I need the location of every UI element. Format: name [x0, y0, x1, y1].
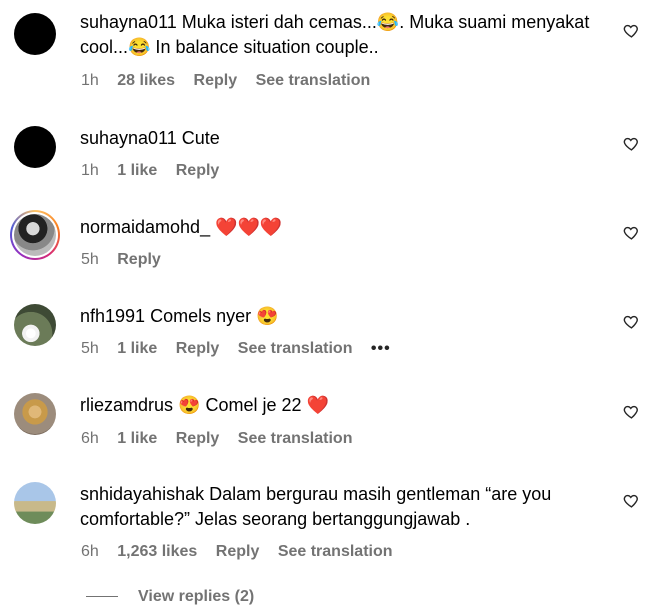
- avatar[interactable]: [14, 304, 56, 346]
- view-replies-label[interactable]: View replies (2): [138, 588, 254, 605]
- comment-text: 😍 Comel je 22 ❤️: [178, 395, 329, 415]
- comment-meta: 1h 1 like Reply: [81, 162, 233, 180]
- reply-button[interactable]: Reply: [216, 543, 260, 560]
- avatar[interactable]: [14, 393, 56, 435]
- comment-time: 6h: [81, 430, 99, 447]
- comment-time: 6h: [81, 543, 99, 560]
- reply-button[interactable]: Reply: [176, 162, 220, 179]
- comment-time: 5h: [81, 251, 99, 268]
- heart-outline-icon[interactable]: [621, 224, 641, 244]
- comment-username[interactable]: nfh1991: [80, 306, 145, 326]
- comment-username[interactable]: suhayna011: [80, 128, 177, 148]
- comment-meta: 5h Reply: [81, 251, 175, 269]
- divider: [86, 596, 118, 598]
- comment-body: nfh1991 Comels nyer 😍: [80, 304, 590, 329]
- comment-meta: 6h 1 like Reply See translation: [81, 430, 366, 448]
- comment-time: 5h: [81, 340, 99, 357]
- reply-button[interactable]: Reply: [117, 251, 161, 268]
- avatar[interactable]: [10, 210, 60, 260]
- comment-likes[interactable]: 28 likes: [117, 72, 175, 89]
- see-translation-button[interactable]: See translation: [238, 430, 353, 447]
- see-translation-button[interactable]: See translation: [278, 543, 393, 560]
- heart-outline-icon[interactable]: [621, 313, 641, 333]
- reply-button[interactable]: Reply: [194, 72, 238, 89]
- heart-outline-icon[interactable]: [621, 135, 641, 155]
- comment-time: 1h: [81, 162, 99, 179]
- view-replies-button[interactable]: View replies (2): [86, 588, 254, 606]
- reply-button[interactable]: Reply: [176, 430, 220, 447]
- comment-likes[interactable]: 1 like: [117, 430, 157, 447]
- reply-button[interactable]: Reply: [176, 340, 220, 357]
- comment-username[interactable]: snhidayahishak: [80, 484, 204, 504]
- comment-username[interactable]: suhayna011: [80, 12, 177, 32]
- comment-text: ❤️❤️❤️: [215, 217, 283, 237]
- heart-outline-icon[interactable]: [621, 492, 641, 512]
- comment-body: rliezamdrus 😍 Comel je 22 ❤️: [80, 393, 590, 418]
- comment-meta: 5h 1 like Reply See translation •••: [81, 340, 405, 358]
- comment-likes[interactable]: 1 like: [117, 162, 157, 179]
- see-translation-button[interactable]: See translation: [256, 72, 371, 89]
- see-translation-button[interactable]: See translation: [238, 340, 353, 357]
- comment-body: suhayna011 Cute: [80, 126, 590, 151]
- comment-likes[interactable]: 1,263 likes: [117, 543, 197, 560]
- comment-body: normaidamohd_ ❤️❤️❤️: [80, 215, 590, 240]
- comment-body: suhayna011 Muka isteri dah cemas...😂. Mu…: [80, 10, 590, 60]
- comment-meta: 1h 28 likes Reply See translation: [81, 72, 384, 90]
- avatar[interactable]: [14, 126, 56, 168]
- comment-likes[interactable]: 1 like: [117, 340, 157, 357]
- avatar[interactable]: [14, 13, 56, 55]
- comment-meta: 6h 1,263 likes Reply See translation: [81, 543, 407, 561]
- ellipsis-icon[interactable]: •••: [371, 340, 391, 357]
- heart-outline-icon[interactable]: [621, 22, 641, 42]
- comment-time: 1h: [81, 72, 99, 89]
- comment-text: Comels nyer 😍: [150, 306, 279, 326]
- comment-username[interactable]: normaidamohd_: [80, 217, 210, 237]
- comment-text: Cute: [181, 128, 220, 148]
- comment-username[interactable]: rliezamdrus: [80, 395, 173, 415]
- avatar[interactable]: [14, 482, 56, 524]
- heart-outline-icon[interactable]: [621, 403, 641, 423]
- comment-body: snhidayahishak Dalam bergurau masih gent…: [80, 482, 590, 532]
